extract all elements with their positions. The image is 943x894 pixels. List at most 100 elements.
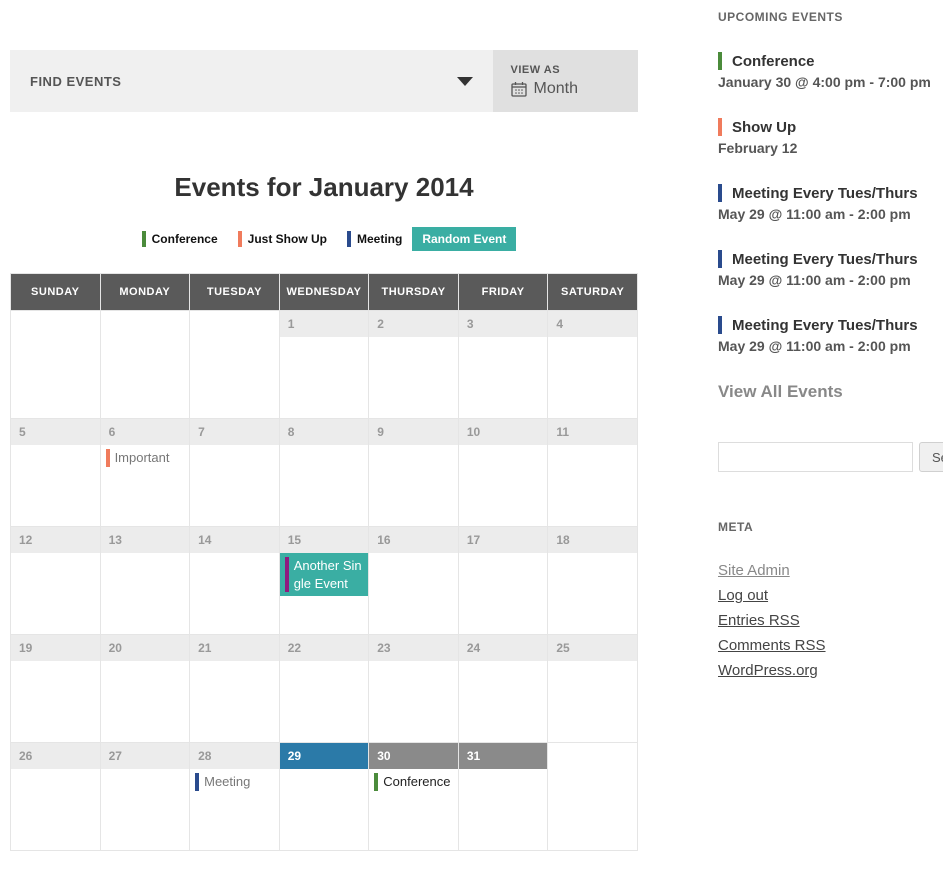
legend-conference[interactable]: Conference: [132, 227, 228, 251]
day-number: 19: [19, 641, 32, 655]
find-events-toggle[interactable]: FIND EVENTS: [10, 50, 493, 112]
event-bar-icon: [374, 773, 378, 791]
event-meeting[interactable]: Meeting: [190, 769, 279, 795]
day-number: 16: [377, 533, 390, 547]
calendar-cell[interactable]: 1: [279, 311, 369, 419]
calendar-cell[interactable]: 6 Important: [100, 419, 190, 527]
view-as-label: VIEW AS: [511, 64, 578, 76]
legend-bar-icon: [238, 231, 242, 247]
day-number: 31: [467, 749, 480, 763]
calendar-cell[interactable]: 5: [11, 419, 101, 527]
calendar-cell-blank: [11, 311, 101, 419]
day-number: 14: [198, 533, 211, 547]
calendar-cell-blank: [190, 311, 280, 419]
upcoming-event-date: January 30 @ 4:00 pm - 7:00 pm: [718, 74, 933, 90]
event-conference[interactable]: Conference: [369, 769, 458, 795]
calendar-cell-blank: [100, 311, 190, 419]
day-number: 1: [288, 317, 295, 331]
day-number: 4: [556, 317, 563, 331]
legend-bar-icon: [347, 231, 351, 247]
calendar-cell[interactable]: 22: [279, 635, 369, 743]
search-input[interactable]: [718, 442, 913, 472]
day-number: 12: [19, 533, 32, 547]
calendar-cell[interactable]: 15 Another Single Event: [279, 527, 369, 635]
day-number: 8: [288, 425, 295, 439]
event-bar-icon: [718, 184, 722, 202]
upcoming-event[interactable]: Conference January 30 @ 4:00 pm - 7:00 p…: [718, 52, 933, 90]
calendar-cell[interactable]: 16: [369, 527, 459, 635]
view-as-select[interactable]: VIEW AS Month: [493, 50, 638, 112]
calendar-cell-blank: [548, 743, 638, 851]
upcoming-events-title: UPCOMING EVENTS: [718, 10, 933, 24]
meta-title: META: [718, 520, 933, 534]
legend-just-show-up[interactable]: Just Show Up: [228, 227, 337, 251]
day-header-wed: WEDNESDAY: [279, 274, 369, 311]
upcoming-event[interactable]: Meeting Every Tues/Thurs May 29 @ 11:00 …: [718, 184, 933, 222]
page-title: Events for January 2014: [10, 172, 638, 203]
calendar-cell[interactable]: 23: [369, 635, 459, 743]
upcoming-event-title: Show Up: [732, 119, 796, 136]
legend-meeting[interactable]: Meeting: [337, 227, 412, 251]
day-number: 15: [288, 533, 301, 547]
calendar-cell[interactable]: 21: [190, 635, 280, 743]
calendar-cell[interactable]: 4: [548, 311, 638, 419]
upcoming-event[interactable]: Meeting Every Tues/Thurs May 29 @ 11:00 …: [718, 316, 933, 354]
calendar-cell[interactable]: 14: [190, 527, 280, 635]
upcoming-event-date: May 29 @ 11:00 am - 2:00 pm: [718, 206, 933, 222]
calendar-cell[interactable]: 10: [458, 419, 548, 527]
upcoming-event[interactable]: Meeting Every Tues/Thurs May 29 @ 11:00 …: [718, 250, 933, 288]
calendar-cell[interactable]: 3: [458, 311, 548, 419]
day-number: 25: [556, 641, 569, 655]
day-header-mon: MONDAY: [100, 274, 190, 311]
calendar-icon: [511, 81, 527, 97]
calendar-cell[interactable]: 8: [279, 419, 369, 527]
day-number: 7: [198, 425, 205, 439]
calendar-cell[interactable]: 17: [458, 527, 548, 635]
calendar-cell[interactable]: 9: [369, 419, 459, 527]
day-header-sun: SUNDAY: [11, 274, 101, 311]
view-all-events-link[interactable]: View All Events: [718, 382, 933, 402]
event-bar-icon: [718, 316, 722, 334]
calendar-cell-today[interactable]: 29: [279, 743, 369, 851]
event-important[interactable]: Important: [101, 445, 190, 471]
search-button[interactable]: Search: [919, 442, 943, 472]
calendar-cell[interactable]: 7: [190, 419, 280, 527]
legend-bar-icon: [142, 231, 146, 247]
calendar-cell[interactable]: 19: [11, 635, 101, 743]
calendar-cell[interactable]: 12: [11, 527, 101, 635]
calendar-cell[interactable]: 31: [458, 743, 548, 851]
upcoming-event[interactable]: Show Up February 12: [718, 118, 933, 156]
calendar-cell[interactable]: 27: [100, 743, 190, 851]
day-number: 23: [377, 641, 390, 655]
meta-link-entries-rss[interactable]: Entries RSS: [718, 612, 933, 629]
legend-random-event[interactable]: Random Event: [412, 227, 516, 251]
calendar-cell[interactable]: 2: [369, 311, 459, 419]
upcoming-event-date: May 29 @ 11:00 am - 2:00 pm: [718, 272, 933, 288]
calendar-cell[interactable]: 28 Meeting: [190, 743, 280, 851]
calendar-cell[interactable]: 11: [548, 419, 638, 527]
calendar-cell[interactable]: 30 Conference: [369, 743, 459, 851]
day-header-tue: TUESDAY: [190, 274, 280, 311]
legend-label: Just Show Up: [248, 232, 327, 246]
calendar-cell[interactable]: 18: [548, 527, 638, 635]
calendar-cell[interactable]: 25: [548, 635, 638, 743]
day-number: 5: [19, 425, 26, 439]
day-number: 22: [288, 641, 301, 655]
event-label: Another Single Event: [294, 557, 364, 592]
legend-label: Meeting: [357, 232, 402, 246]
meta-link-site-admin[interactable]: Site Admin: [718, 562, 933, 579]
day-number: 13: [109, 533, 122, 547]
upcoming-events-list: Conference January 30 @ 4:00 pm - 7:00 p…: [718, 52, 933, 354]
event-label: Conference: [383, 773, 450, 791]
upcoming-event-title: Meeting Every Tues/Thurs: [732, 185, 918, 202]
calendar-cell[interactable]: 20: [100, 635, 190, 743]
calendar-cell[interactable]: 26: [11, 743, 101, 851]
event-bar-icon: [718, 250, 722, 268]
meta-link-comments-rss[interactable]: Comments RSS: [718, 637, 933, 654]
calendar-cell[interactable]: 13: [100, 527, 190, 635]
meta-link-wordpress-org[interactable]: WordPress.org: [718, 662, 933, 679]
event-legend: Conference Just Show Up Meeting Random E…: [10, 227, 638, 251]
calendar-cell[interactable]: 24: [458, 635, 548, 743]
meta-link-logout[interactable]: Log out: [718, 587, 933, 604]
event-another-single[interactable]: Another Single Event: [280, 553, 369, 596]
